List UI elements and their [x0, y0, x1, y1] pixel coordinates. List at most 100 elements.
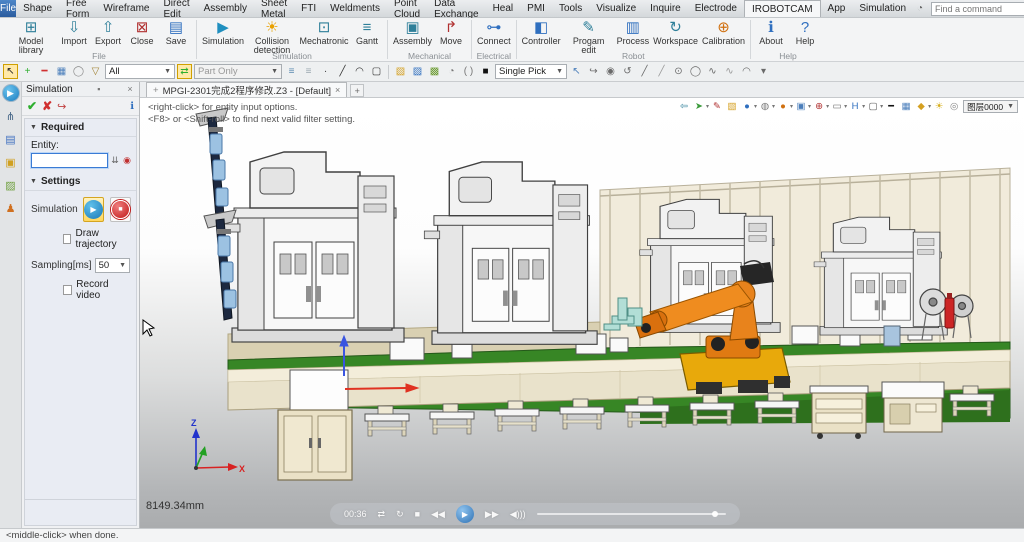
- connect-button[interactable]: ⊶ Connect: [475, 19, 513, 47]
- simulation-play-button[interactable]: ▶: [83, 197, 104, 222]
- panel-close-icon[interactable]: ×: [125, 84, 135, 94]
- pattern-green-icon[interactable]: ▩: [427, 64, 442, 79]
- command-search-input[interactable]: [932, 4, 1024, 14]
- scope-swap-icon[interactable]: ⇄: [177, 64, 192, 79]
- menu-item[interactable]: Weldments: [323, 0, 387, 17]
- render-ball-icon[interactable]: ● ▾: [777, 101, 793, 112]
- face-filter-icon[interactable]: ◠: [352, 64, 367, 79]
- menu-item[interactable]: Direct Edit: [157, 0, 197, 17]
- sketch-pencil-icon[interactable]: ✎: [711, 101, 724, 112]
- help-button[interactable]: ? Help: [788, 19, 822, 47]
- draw-trajectory-checkbox[interactable]: [63, 234, 71, 244]
- close-button[interactable]: ⊠ Close: [125, 19, 159, 47]
- machine-tree-rail-icon[interactable]: ⋔: [2, 107, 20, 125]
- apply-button[interactable]: ↪: [57, 100, 66, 113]
- volume-knob[interactable]: [712, 511, 718, 517]
- import-button[interactable]: ⇩ Import: [57, 19, 91, 47]
- tab-close-icon[interactable]: ×: [335, 85, 340, 95]
- filter-icon[interactable]: ▽: [88, 64, 103, 79]
- body-filter-icon[interactable]: ▢: [369, 64, 384, 79]
- menu-item[interactable]: Free Form: [59, 0, 96, 17]
- point-filter-icon[interactable]: ∙: [318, 64, 333, 79]
- circle-snap-icon[interactable]: ◯: [688, 64, 703, 79]
- menu-item[interactable]: FTI: [294, 0, 323, 17]
- gantt-button[interactable]: ≡ Gantt: [350, 19, 384, 47]
- loop-icon[interactable]: ↻: [396, 509, 404, 520]
- rotate-target-icon[interactable]: ⊕ ▾: [813, 101, 829, 112]
- menu-item[interactable]: Data Exchange: [427, 0, 485, 17]
- layer-combo[interactable]: 图层0000▼: [963, 100, 1018, 113]
- process-button[interactable]: ▥ Process: [615, 19, 652, 47]
- curve-filter-icon[interactable]: ╱: [335, 64, 350, 79]
- shaded-sphere-icon[interactable]: ● ▾: [741, 101, 757, 112]
- ok-button[interactable]: ✔: [27, 99, 37, 113]
- viewport-layout-icon[interactable]: ▭ ▾: [831, 101, 847, 112]
- ring-icon[interactable]: ◎: [948, 101, 961, 112]
- section-icon[interactable]: H ▾: [849, 101, 865, 112]
- view-orientation-icon[interactable]: ➤ ▾: [693, 101, 709, 112]
- panel-pin-icon[interactable]: ▪: [94, 84, 104, 94]
- cnc-machine-1[interactable]: [224, 152, 404, 342]
- spline-snap-icon[interactable]: ∿: [705, 64, 720, 79]
- lasso-icon[interactable]: ◯: [71, 64, 86, 79]
- menu-item[interactable]: Electrode: [688, 0, 744, 17]
- simulation-rail-icon[interactable]: ▶: [2, 84, 20, 102]
- line2-snap-icon[interactable]: ╱: [654, 64, 669, 79]
- menu-item[interactable]: Visualize: [589, 0, 643, 17]
- grid-pick-icon[interactable]: ▦: [54, 64, 69, 79]
- volume-icon[interactable]: ◀))): [510, 509, 526, 520]
- chain-pick-icon[interactable]: ↪: [586, 64, 601, 79]
- cnc-machine-4[interactable]: [814, 217, 947, 335]
- menu-item[interactable]: Tools: [552, 0, 589, 17]
- display-monitor-icon[interactable]: ▢ ▾: [867, 101, 883, 112]
- mechatronic-button[interactable]: ⊡ Mechatronic: [298, 19, 350, 47]
- pick-list-chevron-icon[interactable]: ⇊: [110, 155, 120, 166]
- black-square-icon[interactable]: ■: [478, 64, 493, 79]
- voice-input-icon[interactable]: ◉: [122, 155, 132, 166]
- background-image-icon[interactable]: ▣ ▾: [795, 101, 811, 112]
- exit-person-rail-icon[interactable]: ♟: [2, 199, 20, 217]
- exit-environment-icon[interactable]: ⇦: [678, 101, 691, 112]
- shuffle-icon[interactable]: ⇄: [378, 509, 386, 520]
- export-button[interactable]: ⇧ Export: [91, 19, 125, 47]
- more-snaps-icon[interactable]: ▾: [756, 64, 771, 79]
- pattern-blue-icon[interactable]: ▨: [410, 64, 425, 79]
- calibration-button[interactable]: ⊕ Calibration: [700, 19, 747, 47]
- brackets-icon[interactable]: ( ): [461, 64, 476, 79]
- select-arrow-icon[interactable]: ↖: [569, 64, 584, 79]
- layers-rail-icon[interactable]: ▤: [2, 130, 20, 148]
- info-icon[interactable]: ℹ: [130, 101, 134, 112]
- record-video-checkbox[interactable]: [63, 285, 72, 295]
- entity-input[interactable]: [31, 153, 108, 168]
- panel-blue-icon[interactable]: ▦: [900, 101, 913, 112]
- rewind-icon[interactable]: ◀◀: [431, 509, 445, 520]
- tab-expand-icon[interactable]: +: [153, 85, 159, 96]
- run-circle-icon[interactable]: ◉: [603, 64, 618, 79]
- controller-button[interactable]: ◧ Controller: [520, 19, 563, 47]
- pattern-gold-icon[interactable]: ▧: [393, 64, 408, 79]
- cnc-machine-2[interactable]: [424, 162, 597, 344]
- file-menu-button[interactable]: File: [0, 0, 16, 17]
- menu-item[interactable]: Wireframe: [96, 0, 156, 17]
- menu-item[interactable]: Simulation: [852, 0, 913, 17]
- center-snap-icon[interactable]: ⊙: [671, 64, 686, 79]
- pick-mode-combo[interactable]: Single Pick▼: [495, 64, 567, 79]
- red-canister[interactable]: [945, 293, 954, 328]
- menu-item[interactable]: PMI: [520, 0, 552, 17]
- list-collapse-icon[interactable]: ≡: [301, 64, 316, 79]
- menu-item[interactable]: App: [821, 0, 853, 17]
- menu-item[interactable]: Point Cloud: [387, 0, 427, 17]
- menu-item[interactable]: Assembly: [197, 0, 254, 17]
- line-snap-icon[interactable]: ╱: [637, 64, 652, 79]
- add-pick-icon[interactable]: +: [20, 64, 35, 79]
- curve-snap-icon[interactable]: ∿: [722, 64, 737, 79]
- bulb-icon[interactable]: ☀: [933, 101, 946, 112]
- arc-snap-icon[interactable]: ◠: [739, 64, 754, 79]
- sampling-combo[interactable]: 50▼: [95, 258, 130, 273]
- blue-bin[interactable]: [884, 326, 900, 346]
- workspace-button[interactable]: ↻ Workspace: [651, 19, 700, 47]
- assembly-button[interactable]: ▣ Assembly: [391, 19, 434, 47]
- shade-box-icon[interactable]: ▧: [726, 101, 739, 112]
- move-button[interactable]: ↱ Move: [434, 19, 468, 47]
- about-button[interactable]: ℹ About: [754, 19, 788, 47]
